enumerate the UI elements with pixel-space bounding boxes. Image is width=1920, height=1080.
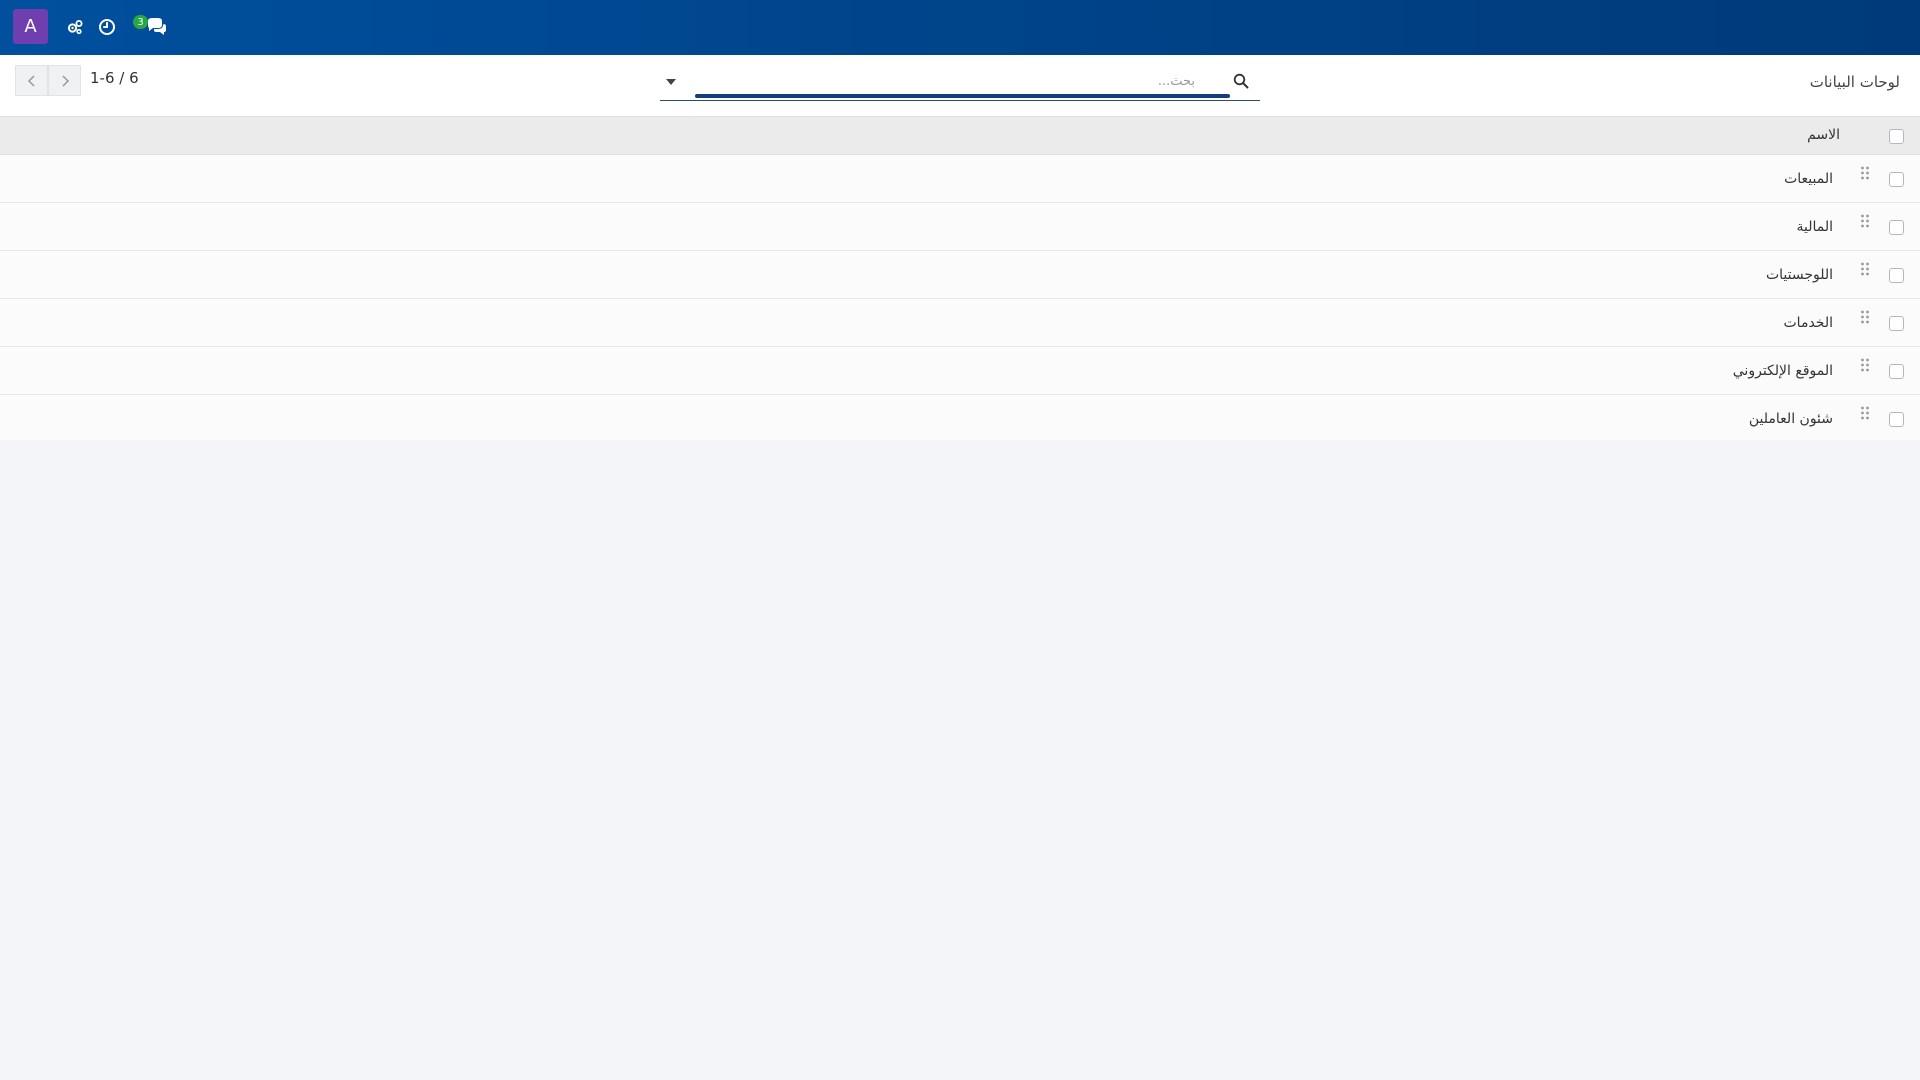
drag-handle-icon[interactable] bbox=[1860, 213, 1870, 231]
table-row[interactable]: الموقع الإلكتروني bbox=[0, 347, 1920, 395]
chat-badge: 3 bbox=[133, 15, 148, 29]
pager-previous-button[interactable] bbox=[15, 65, 48, 96]
row-name: المبيعات bbox=[1784, 171, 1833, 187]
row-checkbox[interactable] bbox=[1889, 364, 1904, 379]
chevron-right-icon bbox=[61, 74, 69, 87]
avatar-letter: A bbox=[24, 16, 37, 37]
search-icon[interactable] bbox=[1233, 73, 1249, 89]
breadcrumb: لوحات البيانات bbox=[1809, 73, 1900, 91]
row-checkbox[interactable] bbox=[1889, 172, 1904, 187]
table-row[interactable]: اللوجستيات bbox=[0, 251, 1920, 299]
drag-handle-icon[interactable] bbox=[1860, 405, 1870, 423]
settings-cog-icon[interactable] bbox=[62, 14, 88, 40]
list-header: الاسم bbox=[0, 117, 1920, 155]
caret-down-icon bbox=[666, 79, 676, 85]
pager-value[interactable]: 1-6 / 6 bbox=[90, 69, 139, 87]
row-name: شئون العاملين bbox=[1748, 411, 1833, 427]
search-input[interactable] bbox=[695, 66, 1195, 96]
drag-handle-icon[interactable] bbox=[1860, 165, 1870, 183]
search-focus-underline bbox=[695, 94, 1230, 98]
row-name: الخدمات bbox=[1783, 315, 1834, 331]
row-checkbox[interactable] bbox=[1889, 316, 1904, 331]
row-checkbox[interactable] bbox=[1889, 268, 1904, 283]
table-row[interactable]: المبيعات bbox=[0, 155, 1920, 203]
top-navbar: A 3 bbox=[0, 0, 1920, 55]
user-avatar[interactable]: A bbox=[13, 9, 48, 44]
row-name: اللوجستيات bbox=[1765, 267, 1833, 283]
chevron-left-icon bbox=[27, 74, 35, 87]
row-name: الموقع الإلكتروني bbox=[1732, 363, 1833, 379]
row-name: المالية bbox=[1796, 219, 1833, 235]
dashboard-list: الاسم المبيعات المالية اللوجستيات الخدما… bbox=[0, 117, 1920, 443]
table-row[interactable]: المالية bbox=[0, 203, 1920, 251]
empty-content-area bbox=[0, 440, 1920, 1080]
column-header-name[interactable]: الاسم bbox=[1807, 127, 1840, 143]
search-bar bbox=[660, 66, 1260, 101]
search-panel-toggle[interactable] bbox=[662, 74, 680, 90]
pager-next-button[interactable] bbox=[48, 65, 81, 96]
drag-handle-icon[interactable] bbox=[1860, 261, 1870, 279]
drag-handle-icon[interactable] bbox=[1860, 357, 1870, 375]
drag-handle-icon[interactable] bbox=[1860, 309, 1870, 327]
select-all-checkbox[interactable] bbox=[1889, 129, 1904, 144]
row-checkbox[interactable] bbox=[1889, 412, 1904, 427]
table-row[interactable]: شئون العاملين bbox=[0, 395, 1920, 443]
control-panel: 1-6 / 6 لوحات البيانات bbox=[0, 55, 1920, 117]
clock-icon[interactable] bbox=[94, 14, 120, 40]
table-row[interactable]: الخدمات bbox=[0, 299, 1920, 347]
row-checkbox[interactable] bbox=[1889, 220, 1904, 235]
